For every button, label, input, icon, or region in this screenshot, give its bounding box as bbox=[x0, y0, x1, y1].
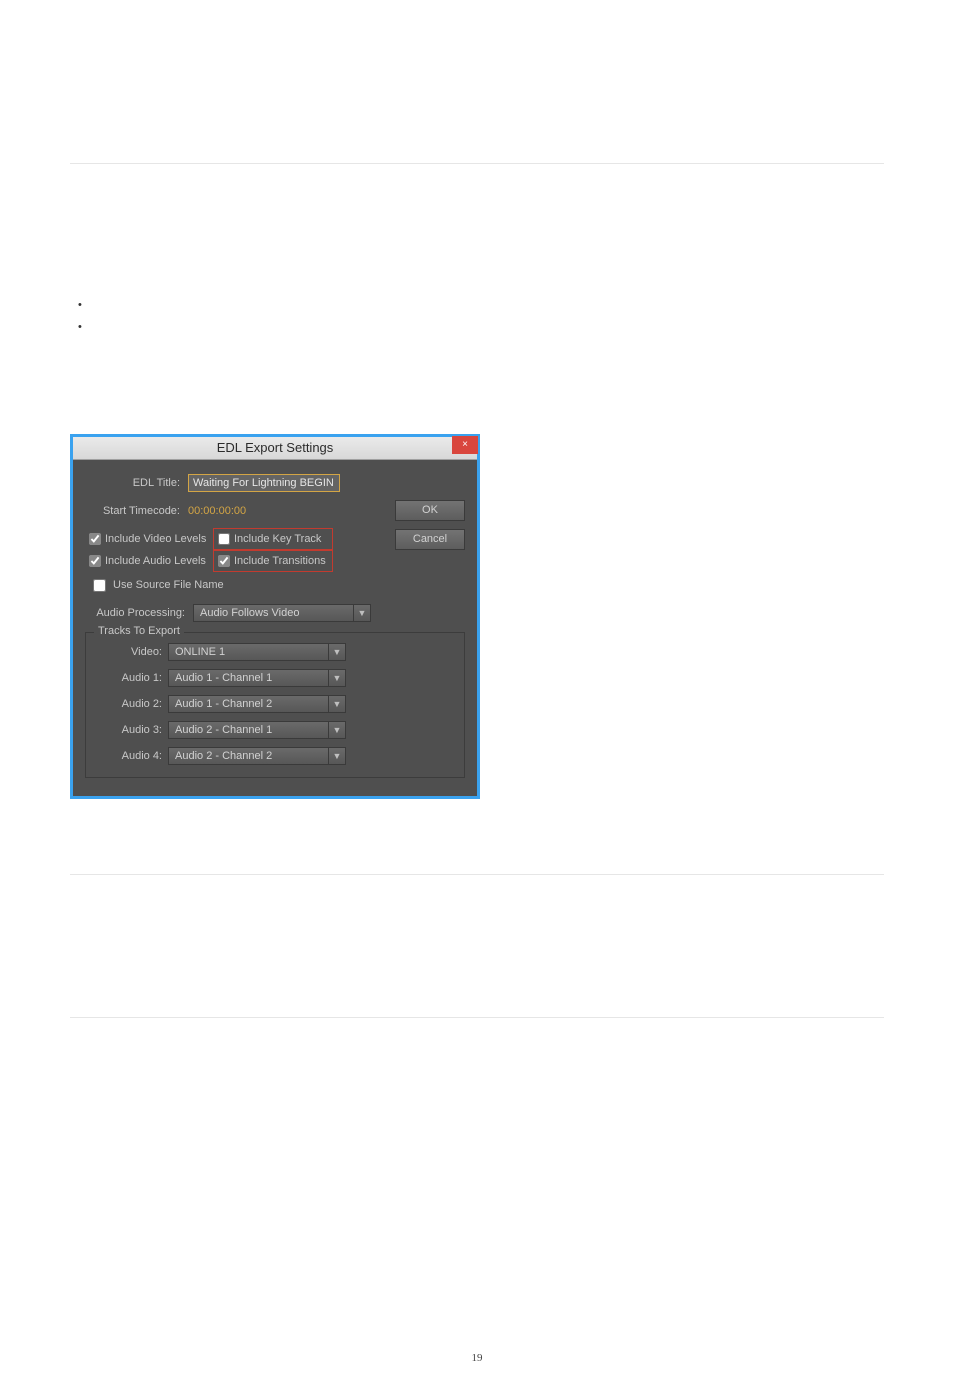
track-label: Audio 4: bbox=[96, 750, 168, 762]
select-value: ONLINE 1 bbox=[169, 646, 328, 658]
bullet-item bbox=[78, 294, 884, 316]
track-row-audio4: Audio 4: Audio 2 - Channel 2 ▼ bbox=[96, 747, 454, 765]
tracks-to-export-fieldset: Tracks To Export Video: ONLINE 1 ▼ Audio… bbox=[85, 632, 465, 778]
edl-title-label: EDL Title: bbox=[85, 477, 188, 489]
checkbox-icon[interactable] bbox=[218, 555, 230, 567]
include-audio-levels-checkbox[interactable]: Include Audio Levels bbox=[89, 550, 209, 572]
edl-title-input[interactable] bbox=[188, 474, 340, 492]
dialog-body: OK Cancel EDL Title: Start Timecode: 00:… bbox=[73, 460, 477, 796]
chevron-down-icon: ▼ bbox=[328, 748, 345, 764]
dialog-title: EDL Export Settings bbox=[217, 440, 334, 455]
audio1-track-select[interactable]: Audio 1 - Channel 1 ▼ bbox=[168, 669, 346, 687]
select-value: Audio 2 - Channel 2 bbox=[169, 750, 328, 762]
document-page: EDL Export Settings × OK Cancel EDL Titl… bbox=[0, 163, 954, 1398]
chevron-down-icon: ▼ bbox=[328, 722, 345, 738]
track-label: Audio 1: bbox=[96, 672, 168, 684]
select-value: Audio 1 - Channel 2 bbox=[169, 698, 328, 710]
chevron-down-icon: ▼ bbox=[328, 644, 345, 660]
checkbox-label: Include Transitions bbox=[234, 555, 326, 567]
track-row-audio3: Audio 3: Audio 2 - Channel 1 ▼ bbox=[96, 721, 454, 739]
track-row-audio1: Audio 1: Audio 1 - Channel 1 ▼ bbox=[96, 669, 454, 687]
track-row-video: Video: ONLINE 1 ▼ bbox=[96, 643, 454, 661]
audio2-track-select[interactable]: Audio 1 - Channel 2 ▼ bbox=[168, 695, 346, 713]
divider bbox=[70, 163, 884, 164]
checkbox-label: Include Video Levels bbox=[105, 533, 206, 545]
start-timecode-value[interactable]: 00:00:00:00 bbox=[188, 505, 246, 517]
edl-title-row: EDL Title: bbox=[85, 472, 465, 494]
select-value: Audio 1 - Channel 1 bbox=[169, 672, 328, 684]
fieldset-legend: Tracks To Export bbox=[94, 625, 184, 637]
start-timecode-label: Start Timecode: bbox=[85, 505, 188, 517]
checkbox-label: Use Source File Name bbox=[113, 579, 224, 591]
use-source-filename-checkbox[interactable]: Use Source File Name bbox=[85, 574, 465, 596]
video-track-select[interactable]: ONLINE 1 ▼ bbox=[168, 643, 346, 661]
divider bbox=[70, 1017, 884, 1018]
audio4-track-select[interactable]: Audio 2 - Channel 2 ▼ bbox=[168, 747, 346, 765]
edl-export-dialog: EDL Export Settings × OK Cancel EDL Titl… bbox=[70, 434, 480, 799]
track-label: Audio 3: bbox=[96, 724, 168, 736]
checkbox-grid: Include Video Levels Include Key Track I… bbox=[85, 528, 465, 572]
include-key-track-checkbox[interactable]: Include Key Track bbox=[213, 528, 333, 550]
include-transitions-checkbox[interactable]: Include Transitions bbox=[213, 550, 333, 572]
track-label: Audio 2: bbox=[96, 698, 168, 710]
checkbox-icon[interactable] bbox=[89, 533, 101, 545]
chevron-down-icon: ▼ bbox=[328, 696, 345, 712]
bullet-list bbox=[78, 294, 884, 338]
select-value: Audio 2 - Channel 1 bbox=[169, 724, 328, 736]
checkbox-icon[interactable] bbox=[93, 579, 106, 592]
track-row-audio2: Audio 2: Audio 1 - Channel 2 ▼ bbox=[96, 695, 454, 713]
audio-processing-select[interactable]: Audio Follows Video ▼ bbox=[193, 604, 371, 622]
close-icon: × bbox=[462, 439, 468, 450]
chevron-down-icon: ▼ bbox=[353, 605, 370, 621]
dialog-titlebar: EDL Export Settings × bbox=[73, 437, 477, 460]
select-value: Audio Follows Video bbox=[194, 607, 353, 619]
close-button[interactable]: × bbox=[452, 436, 478, 454]
chevron-down-icon: ▼ bbox=[328, 670, 345, 686]
checkbox-icon[interactable] bbox=[218, 533, 230, 545]
include-video-levels-checkbox[interactable]: Include Video Levels bbox=[89, 528, 209, 550]
audio-processing-label: Audio Processing: bbox=[85, 607, 193, 619]
page-number: 19 bbox=[0, 1352, 954, 1364]
divider bbox=[70, 874, 884, 875]
checkbox-label: Include Key Track bbox=[234, 533, 321, 545]
checkbox-label: Include Audio Levels bbox=[105, 555, 206, 567]
audio-processing-row: Audio Processing: Audio Follows Video ▼ bbox=[85, 602, 465, 624]
track-label: Video: bbox=[96, 646, 168, 658]
ok-button[interactable]: OK bbox=[395, 500, 465, 521]
dialog-screenshot: EDL Export Settings × OK Cancel EDL Titl… bbox=[70, 434, 884, 799]
checkbox-icon[interactable] bbox=[89, 555, 101, 567]
bullet-item bbox=[78, 316, 884, 338]
audio3-track-select[interactable]: Audio 2 - Channel 1 ▼ bbox=[168, 721, 346, 739]
